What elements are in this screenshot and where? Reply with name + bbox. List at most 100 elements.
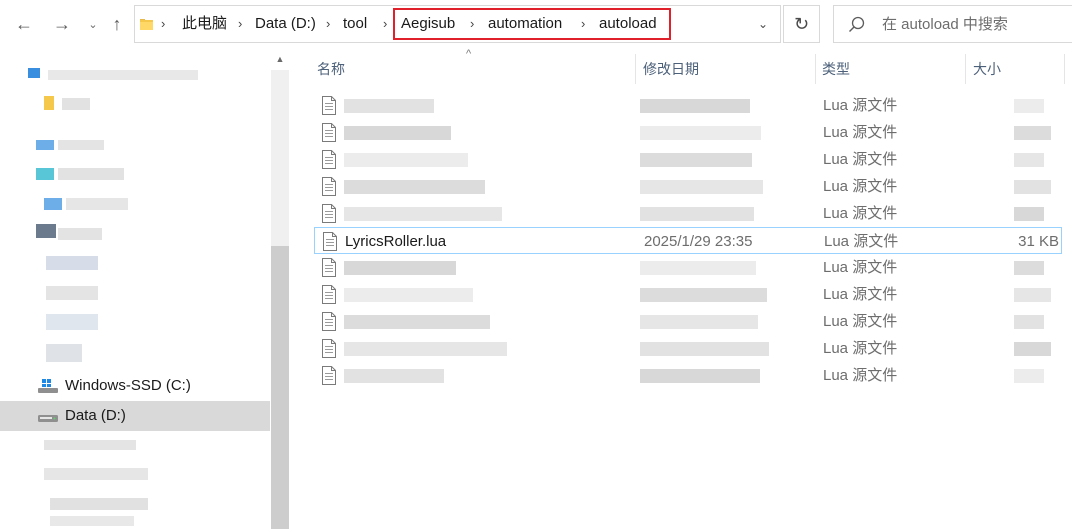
hard-drive-icon [38, 415, 58, 422]
redacted-text [344, 207, 502, 221]
text-file-icon [322, 285, 336, 304]
nav-item-windows-ssd[interactable]: Windows-SSD (C:) [0, 371, 270, 401]
refresh-icon[interactable]: ↻ [783, 5, 820, 43]
arrow-left-icon[interactable]: ← [11, 10, 37, 38]
redacted-text [344, 126, 451, 140]
breadcrumb-separator[interactable]: › [238, 6, 242, 42]
redacted-text [640, 207, 754, 221]
redacted-text [640, 261, 756, 275]
column-divider[interactable] [815, 54, 816, 84]
column-header-size[interactable]: 大小 [973, 54, 1001, 84]
file-row[interactable]: Lua 源文件 [314, 173, 1062, 200]
search-box[interactable] [833, 5, 1072, 43]
breadcrumb-tool[interactable]: tool [343, 6, 367, 42]
column-header-name[interactable]: 名称 [317, 54, 345, 84]
redacted-text [1014, 180, 1051, 194]
file-row[interactable]: Lua 源文件 [314, 362, 1062, 389]
file-size: 31 KB [1018, 233, 1059, 250]
column-divider[interactable] [1064, 54, 1065, 84]
redacted-text [344, 153, 468, 167]
nav-item-label: Data (D:) [65, 407, 126, 424]
redacted-text [1014, 153, 1044, 167]
file-row[interactable]: Lua 源文件 [314, 146, 1062, 173]
redacted-text [640, 180, 763, 194]
column-header-type[interactable]: 类型 [822, 54, 850, 84]
windows-drive-icon [38, 379, 58, 393]
text-file-icon [322, 204, 336, 223]
text-file-icon [322, 177, 336, 196]
file-row[interactable]: Lua 源文件 [314, 308, 1062, 335]
redacted-text [1014, 261, 1044, 275]
annotation-highlight-box [393, 8, 671, 40]
file-name: LyricsRoller.lua [345, 233, 447, 250]
file-type: Lua 源文件 [823, 124, 898, 141]
redacted-text [1014, 288, 1051, 302]
redacted-text [344, 99, 434, 113]
scroll-up-icon[interactable]: ▲ [273, 54, 287, 68]
redacted-text [1014, 99, 1044, 113]
nav-item-data-drive[interactable]: Data (D:) [0, 401, 270, 431]
file-type: Lua 源文件 [823, 259, 898, 276]
breadcrumb-this-pc[interactable]: 此电脑 [182, 6, 227, 42]
file-type: Lua 源文件 [823, 205, 898, 222]
folder-icon [140, 19, 153, 30]
text-file-icon [322, 366, 336, 385]
toolbar: ← → ⌄ ↑ › 此电脑 › Data (D:) › tool › Aegis… [0, 0, 1072, 48]
file-row[interactable]: LyricsRoller.lua 2025/1/29 23:35 31 KB Lua … [314, 227, 1062, 254]
redacted-text [1014, 369, 1044, 383]
file-type: Lua 源文件 [823, 286, 898, 303]
file-row[interactable]: Lua 源文件 [314, 281, 1062, 308]
breadcrumb-data-drive[interactable]: Data (D:) [255, 6, 316, 42]
breadcrumb-separator[interactable]: › [383, 6, 387, 42]
search-icon [849, 16, 865, 32]
text-file-icon [323, 232, 337, 251]
file-type: Lua 源文件 [823, 178, 898, 195]
redacted-text [640, 99, 750, 113]
file-type: Lua 源文件 [823, 367, 898, 384]
redacted-text [344, 288, 473, 302]
chevron-down-icon[interactable]: ⌄ [84, 10, 102, 38]
sort-ascending-icon: ^ [466, 48, 472, 60]
file-type: Lua 源文件 [823, 340, 898, 357]
breadcrumb-separator[interactable]: › [326, 6, 330, 42]
redacted-text [344, 342, 507, 356]
nav-scrollbar-thumb[interactable] [271, 246, 289, 529]
text-file-icon [322, 150, 336, 169]
file-row[interactable]: Lua 源文件 [314, 335, 1062, 362]
file-modified-date: 2025/1/29 23:35 [644, 233, 753, 250]
breadcrumb-separator[interactable]: › [161, 6, 165, 42]
column-header-date[interactable]: 修改日期 [643, 54, 699, 84]
redacted-text [640, 369, 760, 383]
redacted-text [640, 153, 752, 167]
file-type: Lua 源文件 [823, 151, 898, 168]
arrow-up-icon[interactable]: ↑ [104, 10, 130, 38]
file-list-pane: ^ 名称 修改日期 类型 大小 Lua 源文件 Lua 源文件 Lua 源文件 Lua… [292, 48, 1072, 529]
nav-item-label: Windows-SSD (C:) [65, 377, 191, 394]
arrow-right-icon[interactable]: → [49, 10, 75, 38]
text-file-icon [322, 339, 336, 358]
file-row[interactable]: Lua 源文件 [314, 200, 1062, 227]
file-row[interactable]: Lua 源文件 [314, 119, 1062, 146]
redacted-text [344, 180, 485, 194]
address-bar[interactable]: › 此电脑 › Data (D:) › tool › Aegisub › aut… [134, 5, 781, 43]
redacted-text [640, 342, 769, 356]
redacted-text [1014, 126, 1051, 140]
column-divider[interactable] [635, 54, 636, 84]
address-dropdown-icon[interactable]: ⌄ [758, 6, 768, 42]
text-file-icon [322, 123, 336, 142]
text-file-icon [322, 96, 336, 115]
text-file-icon [322, 312, 336, 331]
navigation-pane: ▲ Windows-SSD (C:) Data (D:) [0, 48, 291, 529]
redacted-text [640, 315, 758, 329]
redacted-text [640, 288, 767, 302]
search-input[interactable] [882, 6, 1072, 42]
file-row[interactable]: Lua 源文件 [314, 254, 1062, 281]
redacted-text [344, 261, 456, 275]
redacted-text [344, 369, 444, 383]
redacted-text [640, 126, 761, 140]
text-file-icon [322, 258, 336, 277]
redacted-text [344, 315, 490, 329]
column-divider[interactable] [965, 54, 966, 84]
file-row[interactable]: Lua 源文件 [314, 92, 1062, 119]
redacted-text [1014, 207, 1044, 221]
